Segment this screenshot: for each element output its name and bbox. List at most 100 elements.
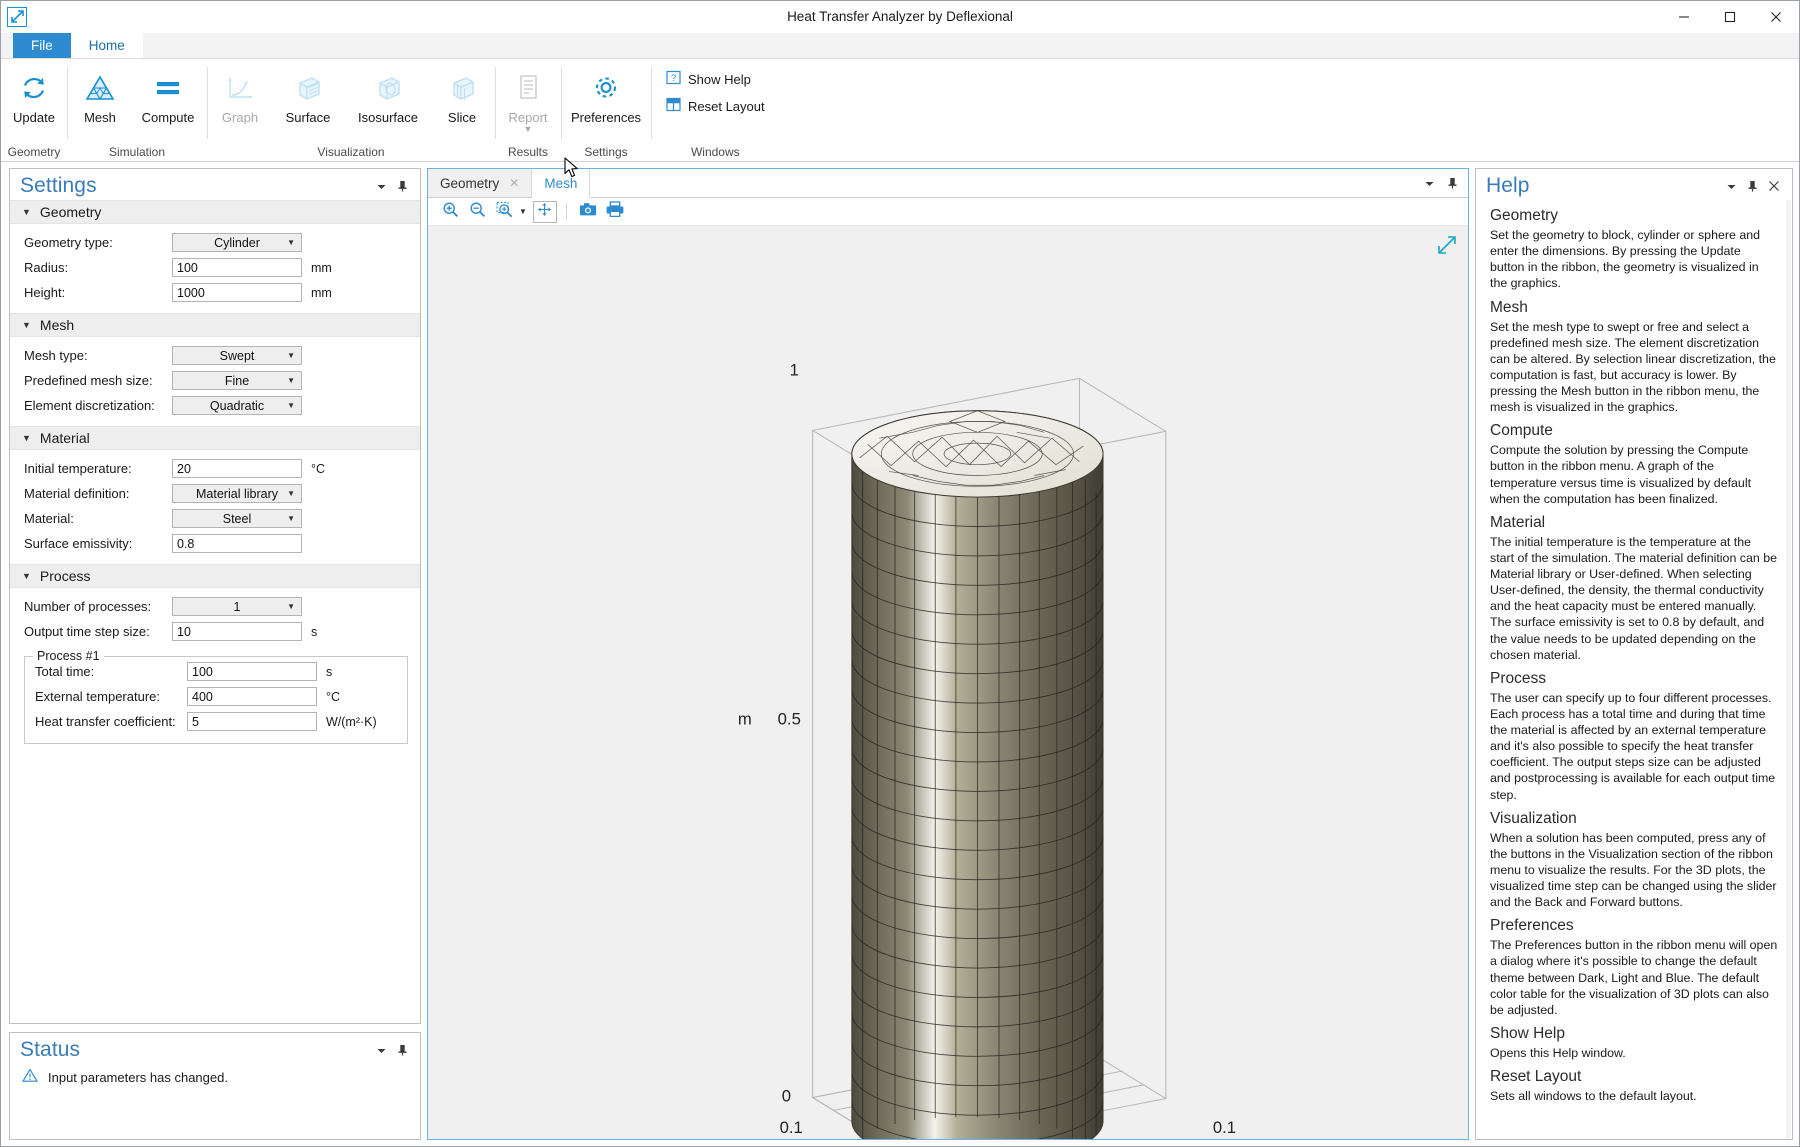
process-1-fieldset: Process #1 Total time: 100 s External te… — [24, 649, 408, 744]
preferences-button-label: Preferences — [570, 110, 642, 125]
reset-layout-button[interactable]: Reset Layout — [663, 96, 768, 116]
3d-viewport[interactable]: 1 0.5 0 m 0.1 0 -0.1 m -0.1 0 0.1 m — [428, 226, 1468, 1139]
ribbon-group-windows: ? Show Help Reset Layout Windows — [651, 59, 780, 161]
graphics-tab-bar: Geometry ✕ Mesh — [428, 169, 1468, 198]
settings-collapse-dropdown-icon[interactable] — [376, 181, 387, 192]
printer-icon — [606, 201, 624, 222]
external-temperature-input[interactable]: 400 — [187, 687, 317, 706]
settings-pin-icon[interactable] — [397, 180, 408, 192]
graphics-tab-list-dropdown-icon[interactable] — [1424, 178, 1435, 189]
close-button[interactable] — [1753, 1, 1799, 33]
expand-diagonal-icon[interactable] — [1436, 234, 1458, 261]
report-button[interactable]: Report ▼ — [497, 65, 559, 134]
refresh-icon — [19, 71, 49, 105]
close-icon[interactable]: ✕ — [509, 176, 519, 190]
question-box-icon: ? — [666, 70, 681, 88]
snapshot-button[interactable] — [576, 201, 600, 223]
axis-z-unit: m — [738, 710, 752, 729]
external-temperature-unit: °C — [326, 689, 341, 704]
number-of-processes-select[interactable]: 1 ▼ — [172, 597, 302, 616]
total-time-input[interactable]: 100 — [187, 662, 317, 681]
surface-emissivity-input[interactable]: 0.8 — [172, 534, 302, 553]
compute-button[interactable]: Compute — [131, 65, 205, 125]
heat-transfer-coefficient-unit: W/(m²·K) — [326, 714, 377, 729]
mesh-type-select[interactable]: Swept ▼ — [172, 346, 302, 365]
help-scrollbar[interactable] — [1786, 200, 1791, 1139]
field-label: Mesh type: — [24, 348, 88, 363]
field-predefined-mesh-size: Predefined mesh size: Fine ▼ — [10, 368, 420, 393]
settings-panel-header: Settings — [10, 169, 420, 200]
maximize-button[interactable] — [1707, 1, 1753, 33]
slice-button-label: Slice — [447, 110, 477, 125]
graphics-tab-mesh[interactable]: Mesh — [532, 169, 591, 198]
field-mesh-type: Mesh type: Swept ▼ — [10, 343, 420, 368]
isosurface-button[interactable]: Isosurface — [345, 65, 431, 125]
help-heading-geometry: Geometry — [1490, 207, 1559, 224]
chevron-down-icon: ▼ — [22, 320, 31, 330]
section-label-process: Process — [39, 568, 91, 584]
zoom-box-dropdown-caret-icon[interactable]: ▼ — [519, 207, 527, 216]
section-header-geometry[interactable]: ▼ Geometry — [10, 200, 420, 224]
help-collapse-dropdown-icon[interactable] — [1726, 181, 1737, 192]
section-header-mesh[interactable]: ▼ Mesh — [10, 313, 420, 337]
svg-text:?: ? — [671, 73, 676, 84]
height-input[interactable]: 1000 — [172, 283, 302, 302]
update-button[interactable]: Update — [3, 65, 65, 125]
help-panel: Help Geometry Set the geometry to block,… — [1475, 168, 1793, 1140]
ribbon-group-geometry-title: Geometry — [7, 145, 61, 159]
material-select[interactable]: Steel ▼ — [172, 509, 302, 528]
chevron-down-icon: ▼ — [287, 376, 295, 385]
zoom-out-button[interactable] — [465, 201, 489, 223]
ribbon-tab-file[interactable]: File — [13, 32, 71, 58]
mesh-button[interactable]: Mesh — [69, 65, 131, 125]
element-discretization-select[interactable]: Quadratic ▼ — [172, 396, 302, 415]
mesh-button-label: Mesh — [84, 110, 116, 125]
show-help-button[interactable]: ? Show Help — [663, 69, 754, 89]
axis-z-tick-0: 0 — [782, 1086, 791, 1105]
section-rows-geometry: Geometry type: Cylinder ▼ Radius: 100 mm — [10, 224, 420, 313]
zoom-box-button[interactable] — [492, 201, 516, 223]
ribbon-group-results: Report ▼ Results — [495, 59, 561, 161]
predefined-mesh-size-select[interactable]: Fine ▼ — [172, 371, 302, 390]
graphics-pin-icon[interactable] — [1447, 177, 1458, 189]
surface-button-label: Surface — [285, 110, 331, 125]
field-initial-temperature: Initial temperature: 20 °C — [10, 456, 420, 481]
select-value: Steel — [222, 511, 252, 526]
output-time-step-size-input[interactable]: 10 — [172, 622, 302, 641]
output-time-step-size-unit: s — [311, 624, 318, 639]
graphics-tab-geometry[interactable]: Geometry ✕ — [428, 169, 533, 197]
slice-button[interactable]: Slice — [431, 65, 493, 125]
print-button[interactable] — [603, 201, 627, 223]
minimize-button[interactable] — [1661, 1, 1707, 33]
settings-body: ▼ Geometry Geometry type: Cylinder ▼ Rad… — [10, 200, 420, 1023]
zoom-extents-button[interactable] — [532, 200, 557, 223]
ribbon-group-windows-title: Windows — [690, 145, 740, 159]
preferences-button[interactable]: Preferences — [563, 65, 649, 125]
ribbon-group-results-title: Results — [507, 145, 548, 159]
radius-input[interactable]: 100 — [172, 258, 302, 277]
initial-temperature-unit: °C — [311, 461, 326, 476]
material-definition-select[interactable]: Material library ▼ — [172, 484, 302, 503]
initial-temperature-input[interactable]: 20 — [172, 459, 302, 478]
section-header-material[interactable]: ▼ Material — [10, 426, 420, 450]
main-area: Settings ▼ Geometry Geometry type: Cylin… — [1, 162, 1799, 1146]
field-number-of-processes: Number of processes: 1 ▼ — [10, 594, 420, 619]
status-pin-icon[interactable] — [397, 1044, 408, 1056]
total-time-unit: s — [326, 664, 333, 679]
graph-button[interactable]: Graph — [209, 65, 271, 125]
ribbon-tab-bar: File Home — [1, 32, 1799, 59]
window-controls — [1661, 1, 1799, 33]
heat-transfer-coefficient-input[interactable]: 5 — [187, 712, 317, 731]
zoom-in-button[interactable] — [438, 201, 462, 223]
title-bar: Heat Transfer Analyzer by Deflexional — [1, 1, 1799, 33]
zoom-out-icon — [469, 201, 486, 223]
section-header-process[interactable]: ▼ Process — [10, 564, 420, 588]
status-collapse-dropdown-icon[interactable] — [376, 1045, 387, 1056]
help-close-icon[interactable] — [1768, 180, 1780, 192]
help-pin-icon[interactable] — [1747, 180, 1758, 192]
geometry-type-select[interactable]: Cylinder ▼ — [172, 233, 302, 252]
field-label: Radius: — [24, 260, 69, 275]
ribbon-tab-home[interactable]: Home — [70, 32, 143, 58]
surface-button[interactable]: Surface — [271, 65, 345, 125]
settings-panel-title: Settings — [20, 174, 97, 197]
